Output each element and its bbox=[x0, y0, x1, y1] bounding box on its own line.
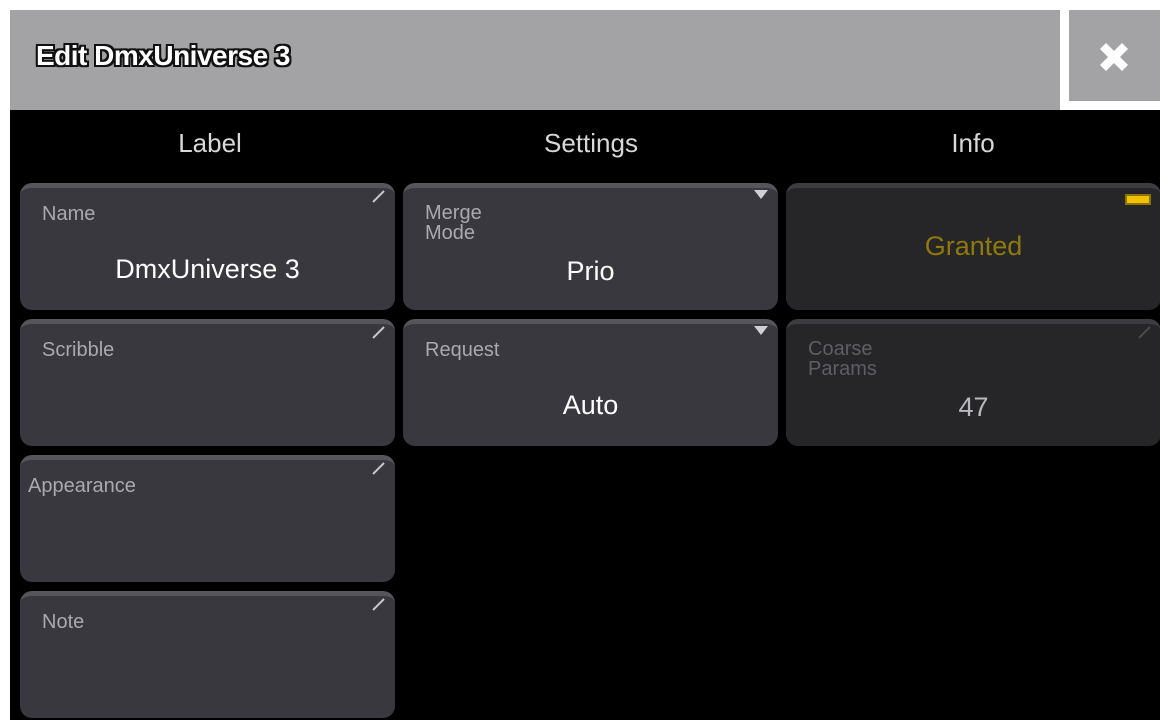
status-field: Granted bbox=[786, 183, 1160, 310]
edit-corner-icon bbox=[1138, 326, 1151, 339]
title-bar[interactable]: Edit DmxUniverse 3 bbox=[10, 10, 1160, 110]
merge-mode-label: Merge Mode bbox=[425, 203, 482, 243]
close-x-icon bbox=[1100, 43, 1128, 71]
appearance-field[interactable]: Appearance bbox=[20, 455, 395, 582]
column-header-label: Label bbox=[178, 128, 242, 158]
status-indicator-icon bbox=[1125, 194, 1151, 205]
edit-corner-icon bbox=[372, 598, 385, 611]
request-field-value: Auto bbox=[562, 390, 619, 420]
name-field[interactable]: Name DmxUniverse 3 bbox=[20, 183, 395, 310]
close-button[interactable] bbox=[1060, 10, 1160, 110]
merge-mode-label-line1: Merge bbox=[425, 202, 482, 224]
coarse-params-value: 47 bbox=[958, 392, 989, 422]
scribble-field[interactable]: Scribble bbox=[20, 319, 395, 446]
merge-mode-value: Prio bbox=[566, 256, 615, 286]
dropdown-arrow-icon bbox=[754, 326, 768, 335]
coarse-params-label-line1: Coarse bbox=[808, 338, 873, 360]
merge-mode-dropdown[interactable]: Merge Mode Prio bbox=[403, 183, 778, 310]
edit-corner-icon bbox=[372, 190, 385, 203]
name-field-label: Name bbox=[42, 203, 96, 225]
scribble-field-label: Scribble bbox=[42, 339, 115, 361]
status-value: Granted bbox=[924, 231, 1023, 261]
edit-dmx-universe-dialog: Edit DmxUniverse 3 Label Settings Info N… bbox=[10, 10, 1160, 720]
dialog-title: Edit DmxUniverse 3 bbox=[36, 40, 291, 71]
column-header-settings: Settings bbox=[544, 128, 638, 158]
note-field-label: Note bbox=[42, 611, 85, 633]
column-header-info: Info bbox=[951, 128, 995, 158]
coarse-params-field: Coarse Params 47 bbox=[786, 319, 1160, 446]
name-field-value: DmxUniverse 3 bbox=[115, 254, 300, 284]
edit-corner-icon bbox=[372, 326, 385, 339]
edit-corner-icon bbox=[372, 462, 385, 475]
coarse-params-label-line2: Params bbox=[808, 358, 877, 380]
request-dropdown[interactable]: Request Auto bbox=[403, 319, 778, 446]
appearance-field-label: Appearance bbox=[28, 475, 136, 497]
note-field[interactable]: Note bbox=[20, 591, 395, 718]
merge-mode-label-line2: Mode bbox=[425, 222, 476, 244]
request-field-label: Request bbox=[425, 339, 500, 361]
coarse-params-label: Coarse Params bbox=[808, 339, 877, 379]
dropdown-arrow-icon bbox=[754, 190, 768, 199]
